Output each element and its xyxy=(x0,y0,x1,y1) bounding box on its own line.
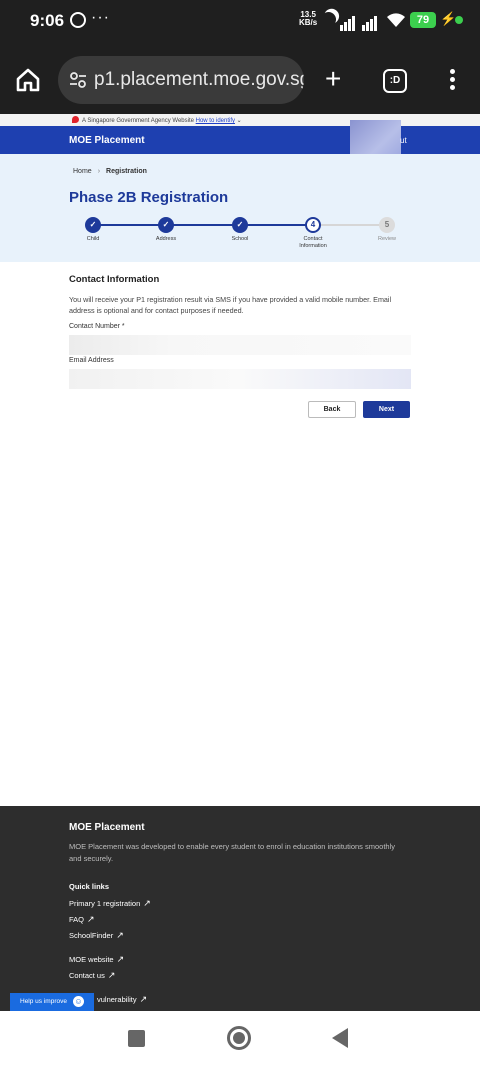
footer-description: MOE Placement was developed to enable ev… xyxy=(69,842,396,863)
signal-icon-2 xyxy=(362,13,378,31)
email-address-label: Email Address xyxy=(69,357,114,364)
breadcrumb-current: Registration xyxy=(106,168,147,175)
email-address-input[interactable] xyxy=(69,369,411,389)
step-label-school: School xyxy=(231,236,249,242)
browser-toolbar: p1.placement.moe.gov.sg/ + :D xyxy=(0,42,480,114)
stepper-remaining-line xyxy=(314,224,387,226)
stepper-progress-line xyxy=(93,224,314,226)
breadcrumb-home[interactable]: Home xyxy=(73,168,92,175)
external-link-icon: ↗ xyxy=(116,930,124,940)
step-school-icon: ✓ xyxy=(232,217,248,233)
footer-title: MOE Placement xyxy=(69,822,145,833)
contact-number-label: Contact Number * xyxy=(69,323,125,330)
footer-link-label: FAQ xyxy=(69,915,85,924)
gov-banner: A Singapore Government Agency Website Ho… xyxy=(0,114,480,126)
back-nav-icon[interactable] xyxy=(332,1028,348,1048)
site-header: MOE Placement ut xyxy=(0,120,480,162)
how-to-identify-link[interactable]: How to identify xyxy=(196,118,235,124)
status-bar: 9:06 ··· 13.5 KB/s 79 ⚡ xyxy=(0,0,480,42)
system-nav-bar xyxy=(0,1011,480,1067)
section-title: Contact Information xyxy=(69,274,160,285)
back-button[interactable]: Back xyxy=(308,401,356,418)
logout-link[interactable]: ut xyxy=(400,136,407,145)
step-label-address: Address xyxy=(155,236,177,242)
quick-links-title: Quick links xyxy=(69,882,110,891)
site-footer: MOE Placement MOE Placement was develope… xyxy=(0,806,480,1011)
footer-link-label: Primary 1 registration xyxy=(69,899,141,908)
footer-link-schoolfinder[interactable]: SchoolFinder ↗ xyxy=(69,930,124,941)
status-time: 9:06 xyxy=(30,11,65,30)
address-bar[interactable]: p1.placement.moe.gov.sg/ xyxy=(58,56,304,104)
network-speed: 13.5 KB/s xyxy=(299,11,317,27)
footer-link-faq[interactable]: FAQ ↗ xyxy=(69,914,95,925)
step-contact-icon: 4 xyxy=(305,217,321,233)
footer-link-label: vulnerability xyxy=(97,995,137,1004)
section-description: You will receive your P1 registration re… xyxy=(69,295,392,315)
gov-banner-text: A Singapore Government Agency Website xyxy=(82,118,194,124)
signal-icon xyxy=(340,13,356,31)
whatsapp-icon xyxy=(70,12,86,28)
step-review-icon: 5 xyxy=(379,217,395,233)
more-menu-icon[interactable] xyxy=(447,69,457,95)
external-link-icon: ↗ xyxy=(87,914,95,924)
charging-icon: ⚡ xyxy=(440,11,457,26)
external-link-icon: ↗ xyxy=(116,954,125,964)
help-us-improve-label: Help us improve xyxy=(20,998,67,1005)
dnd-moon-icon xyxy=(319,10,338,29)
new-tab-icon[interactable]: + xyxy=(325,65,341,93)
footer-link-vulnerability[interactable]: vulnerability ↗ xyxy=(97,994,147,1005)
footer-link-p1-registration[interactable]: Primary 1 registration ↗ xyxy=(69,898,151,909)
help-us-improve-button[interactable]: Help us improve ☺ xyxy=(10,993,94,1011)
lion-head-icon xyxy=(72,116,79,123)
next-button[interactable]: Next xyxy=(363,401,410,418)
wifi-icon xyxy=(387,13,405,27)
site-settings-icon[interactable] xyxy=(68,70,88,90)
step-label-child: Child xyxy=(86,236,100,242)
step-label-review: Review xyxy=(377,236,397,242)
brand-title[interactable]: MOE Placement xyxy=(69,135,145,146)
tab-switcher-button[interactable]: :D xyxy=(383,69,407,93)
footer-link-label: SchoolFinder xyxy=(69,931,114,940)
home-icon[interactable] xyxy=(14,66,42,94)
smiley-icon: ☺ xyxy=(73,996,84,1007)
privacy-dot-icon xyxy=(455,16,463,24)
footer-link-label: MOE website xyxy=(69,955,114,964)
network-speed-unit: KB/s xyxy=(299,18,318,27)
step-child-icon: ✓ xyxy=(85,217,101,233)
battery-indicator: 79 xyxy=(410,12,436,28)
page-title: Phase 2B Registration xyxy=(69,189,229,206)
url-text: p1.placement.moe.gov.sg/ xyxy=(94,69,304,90)
contact-number-input[interactable] xyxy=(69,335,411,355)
external-link-icon: ↗ xyxy=(143,898,151,908)
external-link-icon: ↗ xyxy=(139,994,148,1004)
external-link-icon: ↗ xyxy=(107,970,116,980)
step-label-contact: Contact Information xyxy=(299,236,327,249)
home-nav-icon[interactable] xyxy=(227,1026,251,1050)
footer-link-contact-us[interactable]: Contact us ↗ xyxy=(69,970,115,981)
step-address-icon: ✓ xyxy=(158,217,174,233)
more-notifications-icon: ··· xyxy=(91,9,110,26)
breadcrumb: Home › Registration xyxy=(73,168,147,175)
footer-link-moe-website[interactable]: MOE website ↗ xyxy=(69,954,124,965)
recents-icon[interactable] xyxy=(128,1030,145,1047)
page-hero: Home › Registration Phase 2B Registration … xyxy=(0,154,480,262)
footer-link-label: Contact us xyxy=(69,971,105,980)
